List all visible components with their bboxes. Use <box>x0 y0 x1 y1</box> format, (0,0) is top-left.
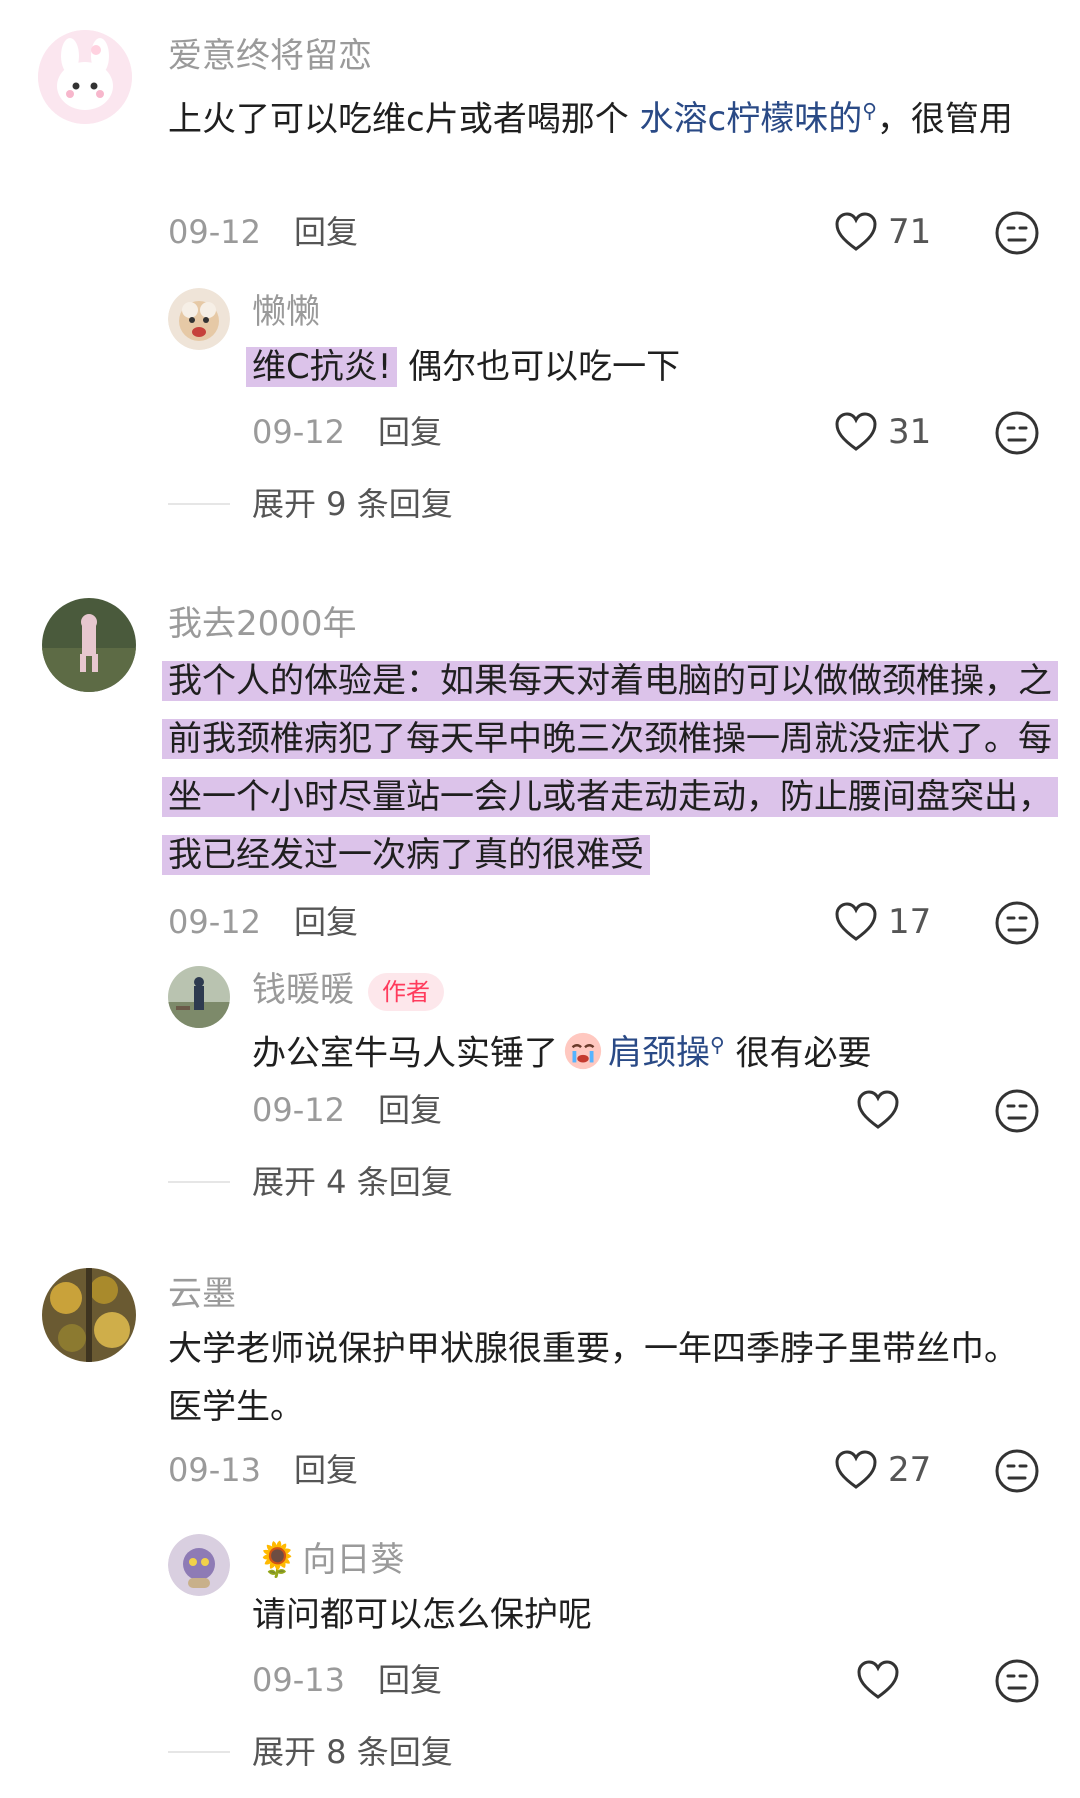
heart-outline-icon <box>835 1450 877 1489</box>
like-button[interactable]: 71 <box>834 212 931 252</box>
heart-outline-icon <box>835 212 877 251</box>
like-button[interactable] <box>856 1660 910 1700</box>
reply-username-text: 向日葵 <box>302 1540 405 1580</box>
reply-button[interactable]: 回复 <box>294 1450 358 1490</box>
avatar[interactable] <box>168 966 230 1028</box>
sunflower-icon: 🌻 <box>256 1540 299 1580</box>
avatar[interactable] <box>42 598 136 692</box>
reply-username[interactable]: 懒懒 <box>252 290 320 334</box>
reply-text: 办公室牛马人实锤了 肩颈操⚲ 很有必要 <box>252 1016 1042 1082</box>
neutral-face-icon[interactable] <box>994 1448 1040 1494</box>
heart-outline-icon <box>835 412 877 451</box>
comment-text: 上火了可以吃维c片或者喝那个 水溶c柠檬味的⚲，很管用 <box>168 82 1038 148</box>
like-count: 31 <box>888 412 932 452</box>
like-button[interactable]: 27 <box>834 1450 931 1490</box>
heart-outline-icon <box>857 1090 899 1129</box>
expand-replies-button[interactable]: 展开 8 条回复 <box>168 1732 453 1772</box>
comment-username[interactable]: 我去2000年 <box>168 602 357 646</box>
author-badge: 作者 <box>368 972 444 1011</box>
comment-date: 09-12 <box>168 903 261 941</box>
expand-replies-button[interactable]: 展开 9 条回复 <box>168 484 453 524</box>
comment-text: 我个人的体验是：如果每天对着电脑的可以做做颈椎操，之前我颈椎病犯了每天早中晚三次… <box>162 652 1058 884</box>
divider <box>168 503 230 505</box>
comment-username[interactable]: 云墨 <box>168 1272 236 1316</box>
comment-text: 大学老师说保护甲状腺很重要，一年四季脖子里带丝巾。医学生。 <box>168 1329 1018 1427</box>
reply-button[interactable]: 回复 <box>378 412 442 452</box>
reply-button[interactable]: 回复 <box>378 1660 442 1700</box>
crying-face-icon <box>564 1033 602 1070</box>
avatar[interactable] <box>168 288 230 350</box>
expand-replies-button[interactable]: 展开 4 条回复 <box>168 1162 453 1202</box>
avatar[interactable] <box>38 30 132 124</box>
avatar[interactable] <box>42 1268 136 1362</box>
like-count: 27 <box>888 1450 932 1490</box>
reply-button[interactable]: 回复 <box>294 902 358 942</box>
highlighted-text: 维C抗炎! <box>246 347 398 387</box>
expand-replies-label: 展开 4 条回复 <box>252 1163 453 1201</box>
search-link[interactable]: 肩颈操⚲ <box>608 1033 725 1073</box>
like-count: 17 <box>888 902 932 942</box>
divider <box>168 1181 230 1183</box>
comment-text-after: ，很管用 <box>876 99 1013 140</box>
reply-date: 09-12 <box>252 413 345 451</box>
comment-date: 09-13 <box>168 1451 261 1489</box>
divider <box>168 1751 230 1753</box>
neutral-face-icon[interactable] <box>994 900 1040 946</box>
reply-text-body: 偶尔也可以吃一下 <box>397 347 681 387</box>
search-icon: ⚲ <box>710 1033 725 1057</box>
reply-username-text: 钱暖暖 <box>252 970 354 1010</box>
comment-username[interactable]: 爱意终将留恋 <box>168 34 372 78</box>
like-button[interactable] <box>856 1090 910 1130</box>
expand-replies-label: 展开 8 条回复 <box>252 1733 453 1771</box>
search-icon: ⚲ <box>862 99 877 123</box>
reply-button[interactable]: 回复 <box>378 1090 442 1130</box>
reply-text-after: 很有必要 <box>724 1033 872 1074</box>
comment-date: 09-12 <box>168 213 261 251</box>
comment-text-before: 上火了可以吃维c片或者喝那个 <box>168 99 640 140</box>
neutral-face-icon[interactable] <box>994 410 1040 456</box>
like-button[interactable]: 31 <box>834 412 931 452</box>
heart-outline-icon <box>857 1660 899 1699</box>
reply-text: 请问都可以怎么保护呢 <box>252 1595 592 1635</box>
highlighted-text: 我个人的体验是：如果每天对着电脑的可以做做颈椎操，之前我颈椎病犯了每天早中晚三次… <box>162 661 1058 875</box>
neutral-face-icon[interactable] <box>994 1088 1040 1134</box>
avatar[interactable] <box>168 1534 230 1596</box>
reply-username[interactable]: 🌻 向日葵 <box>256 1538 404 1582</box>
reply-button[interactable]: 回复 <box>294 212 358 252</box>
like-count: 71 <box>888 212 932 252</box>
reply-text-before: 办公室牛马人实锤了 <box>252 1033 558 1074</box>
expand-replies-label: 展开 9 条回复 <box>252 485 453 523</box>
reply-text: 维C抗炎! 偶尔也可以吃一下 <box>246 338 1026 396</box>
reply-date: 09-12 <box>252 1091 345 1129</box>
reply-username[interactable]: 钱暖暖 作者 <box>252 968 444 1012</box>
neutral-face-icon[interactable] <box>994 210 1040 256</box>
reply-date: 09-13 <box>252 1661 345 1699</box>
neutral-face-icon[interactable] <box>994 1658 1040 1704</box>
heart-outline-icon <box>835 902 877 941</box>
like-button[interactable]: 17 <box>834 902 931 942</box>
search-link[interactable]: 水溶c柠檬味的⚲ <box>640 99 877 139</box>
